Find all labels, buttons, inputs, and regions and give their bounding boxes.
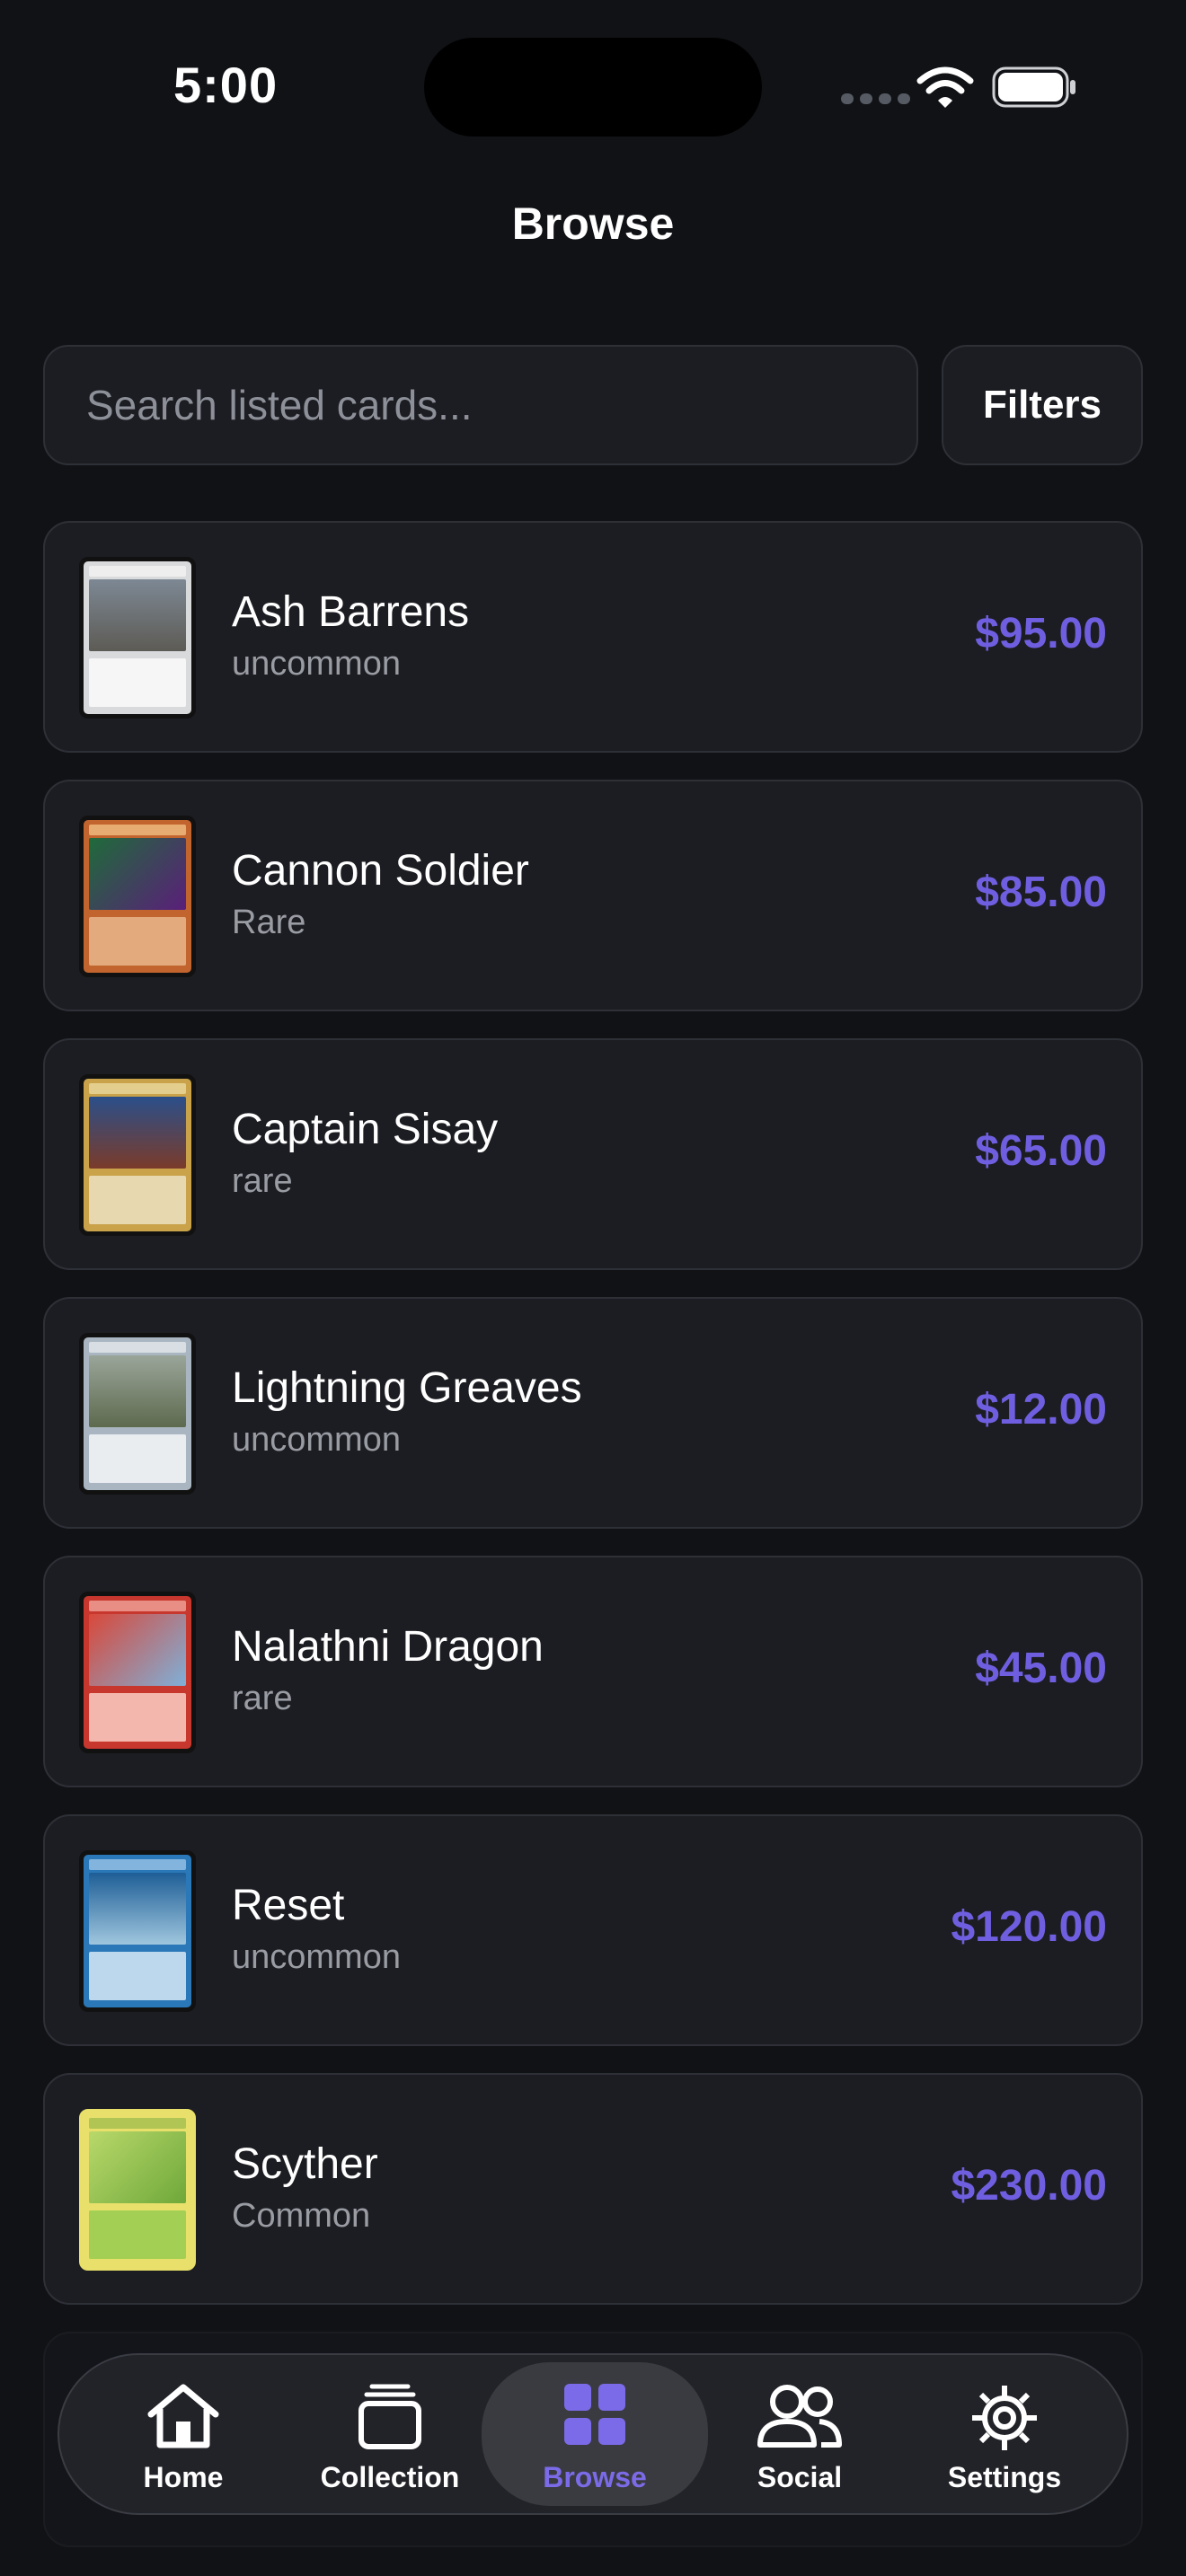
card-name: Cannon Soldier	[232, 847, 529, 895]
card-thumbnail	[79, 816, 196, 977]
collection-icon	[358, 2384, 421, 2449]
browse-grid-icon	[564, 2384, 625, 2445]
listing-row[interactable]: Cannon Soldier Rare $85.00	[43, 780, 1143, 1011]
card-thumbnail	[79, 1333, 196, 1495]
card-thumbnail	[79, 2109, 196, 2271]
listing-row[interactable]: Ash Barrens uncommon $95.00	[43, 521, 1143, 753]
social-icon	[757, 2385, 842, 2448]
card-name: Scyther	[232, 2140, 378, 2188]
tab-social[interactable]: Social	[692, 2355, 907, 2513]
card-price: $95.00	[975, 610, 1107, 657]
listing-row[interactable]: Lightning Greaves uncommon $12.00	[43, 1297, 1143, 1529]
listing-row[interactable]: Captain Sisay rare $65.00	[43, 1038, 1143, 1270]
card-name: Captain Sisay	[232, 1106, 499, 1153]
filters-button[interactable]: Filters	[942, 345, 1143, 465]
tab-browse[interactable]: Browse	[482, 2362, 708, 2506]
card-rarity: rare	[232, 1162, 293, 1200]
tab-label: Social	[757, 2461, 843, 2493]
listing-row[interactable]: Nalathni Dragon rare $45.00	[43, 1556, 1143, 1787]
card-name: Ash Barrens	[232, 588, 470, 636]
tab-label: Browse	[543, 2461, 647, 2493]
card-rarity: Common	[232, 2197, 371, 2235]
status-time: 5:00	[173, 57, 279, 113]
battery-icon	[992, 66, 1075, 108]
page-title: Browse	[511, 198, 675, 249]
card-thumbnail	[79, 1074, 196, 1236]
card-thumbnail	[79, 1592, 196, 1753]
card-rarity: Rare	[232, 904, 306, 941]
dynamic-island	[424, 38, 762, 137]
card-name: Reset	[232, 1882, 345, 1929]
card-price: $85.00	[975, 869, 1107, 916]
card-price: $12.00	[975, 1386, 1107, 1434]
listing-row[interactable]: Scyther Common $230.00	[43, 2073, 1143, 2305]
tab-home[interactable]: Home	[75, 2355, 291, 2513]
listing-row[interactable]: Reset uncommon $120.00	[43, 1814, 1143, 2046]
search-field[interactable]	[43, 345, 918, 465]
tab-collection[interactable]: Collection	[282, 2355, 498, 2513]
card-thumbnail	[79, 557, 196, 719]
search-input[interactable]	[84, 380, 916, 430]
card-rarity: uncommon	[232, 645, 401, 683]
card-thumbnail	[79, 1850, 196, 2012]
card-price: $120.00	[951, 1903, 1107, 1951]
card-name: Nalathni Dragon	[232, 1623, 544, 1671]
card-name: Lightning Greaves	[232, 1364, 582, 1412]
cellular-signal-icon	[841, 93, 910, 104]
tab-label: Home	[143, 2461, 224, 2493]
card-rarity: rare	[232, 1680, 293, 1717]
card-rarity: uncommon	[232, 1421, 401, 1459]
gear-icon	[972, 2386, 1037, 2450]
card-price: $230.00	[951, 2162, 1107, 2210]
tab-label: Settings	[947, 2461, 1062, 2493]
tab-settings[interactable]: Settings	[897, 2355, 1112, 2513]
tab-label: Collection	[320, 2461, 460, 2493]
tab-bar: Home Collection Browse Social Settings	[58, 2353, 1128, 2515]
card-price: $65.00	[975, 1127, 1107, 1175]
card-price: $45.00	[975, 1645, 1107, 1692]
card-rarity: uncommon	[232, 1938, 401, 1976]
wifi-icon	[916, 66, 974, 108]
home-icon	[147, 2384, 219, 2448]
